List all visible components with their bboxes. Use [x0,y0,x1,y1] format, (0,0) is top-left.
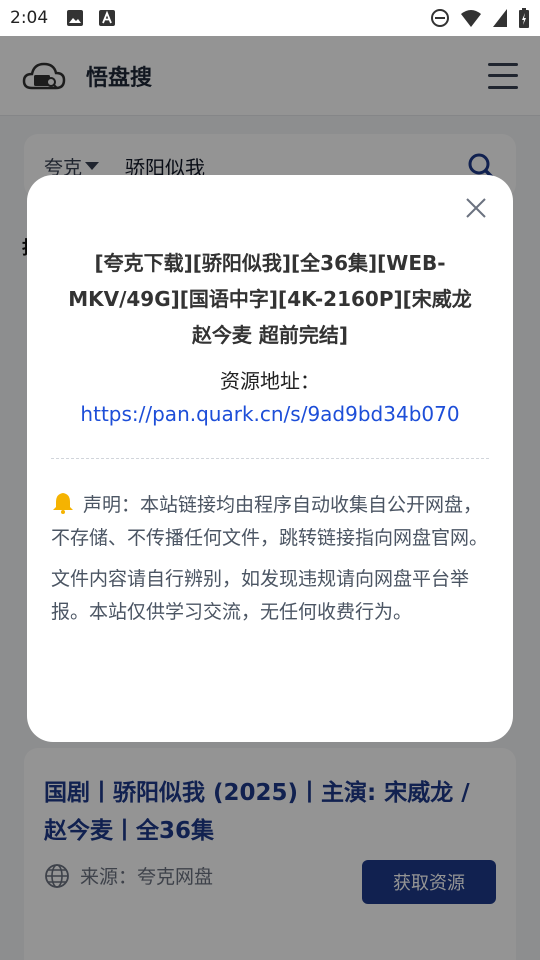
status-bar: 2:04 [0,0,540,36]
disclaimer-notice: 声明：本站链接均由程序自动收集自公开网盘，不存储、不传播任何文件，跳转链接指向网… [51,489,489,555]
bell-icon [53,493,73,514]
status-time: 2:04 [10,8,49,28]
divider [51,458,489,459]
image-icon [67,10,84,26]
modal-title: [夸克下载][骄阳似我][全36集][WEB-MKV/49G][国语中字][4K… [68,251,472,347]
battery-icon [519,8,529,28]
report-notice: 文件内容请自行辨别，如发现违规请向网盘平台举报。本站仅供学习交流，无任何收费行为… [51,568,470,623]
close-icon[interactable] [465,197,487,219]
signal-icon [493,9,507,27]
disclaimer-text: 声明：本站链接均由程序自动收集自公开网盘，不存储、不传播任何文件，跳转链接指向网… [51,494,489,549]
font-icon [99,10,116,26]
resource-link[interactable]: https://pan.quark.cn/s/9ad9bd34b070 [51,402,489,426]
dnd-icon [431,9,449,27]
address-label: 资源地址： [220,369,320,393]
wifi-icon [461,10,481,27]
resource-modal: [夸克下载][骄阳似我][全36集][WEB-MKV/49G][国语中字][4K… [27,175,513,742]
